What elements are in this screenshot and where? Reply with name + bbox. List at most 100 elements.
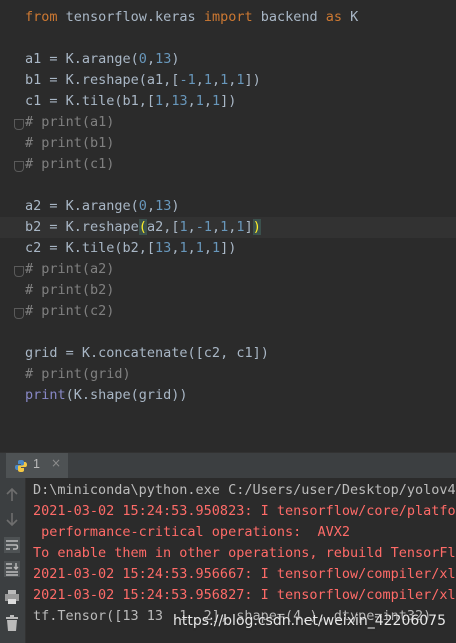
code-keyword: import [203,9,261,25]
scroll-to-end-icon[interactable] [3,560,21,578]
code-line[interactable]: # print(grid) [25,364,131,385]
console-stderr-line: performance-critical operations: AVX2 [33,524,350,540]
code-token: , [203,240,213,256]
code-editor[interactable]: from tensorflow.keras import backend as … [0,0,456,427]
fold-marker-icon[interactable] [14,308,24,319]
code-token: , [195,72,204,88]
code-line[interactable]: a1 = K.arange(0,13) [25,49,179,70]
code-token: print [25,387,66,403]
code-number: 0 [138,198,147,214]
code-line[interactable]: a2 = K.arange(0,13) [25,196,179,217]
code-token: , [187,93,196,109]
code-line[interactable]: b1 = K.reshape(a1,[-1,1,1,1]) [25,70,261,91]
code-line[interactable]: b2 = K.reshape(a2,[1,-1,1,1]) [25,217,261,238]
code-token: b1 = K.reshape(a1,[ [25,72,180,88]
code-token: a2,[ [146,219,180,235]
code-number: 13 [155,51,172,67]
code-line[interactable]: # print(a1) [25,112,114,133]
code-token: K [350,9,359,25]
code-token: backend [260,9,326,25]
code-line[interactable]: print(K.shape(grid)) [25,385,188,406]
code-comment: # print(b1) [25,135,115,151]
console-stderr-line: To enable them in other operations, rebu… [33,545,456,561]
code-token: ]) [220,240,237,256]
code-token: b2 = K.reshape [25,219,139,235]
code-token: ]) [244,72,261,88]
code-comment: # print(grid) [25,366,131,382]
code-token: a2 = K.arange( [25,198,139,214]
code-token: ) [171,198,180,214]
code-token: ] [244,219,253,235]
print-icon[interactable] [3,588,21,606]
code-token: tensorflow.keras [65,9,204,25]
run-tab-label: 1 [33,457,40,471]
code-number: 1 [236,72,245,88]
code-keyword: as [325,9,351,25]
down-arrow-icon[interactable] [3,510,21,528]
code-line[interactable]: # print(b2) [25,280,114,301]
code-token: (K.shape(grid)) [65,387,188,403]
fold-marker-icon[interactable] [14,161,24,172]
code-number: 1 [195,93,204,109]
up-arrow-icon[interactable] [3,486,21,504]
code-line[interactable]: # print(a2) [25,259,114,280]
code-number: 1 [179,219,188,235]
fold-marker-icon[interactable] [14,119,24,130]
code-comment: # print(b2) [25,282,115,298]
code-token: , [146,198,156,214]
code-token: , [187,240,196,256]
code-token: c2 = K.tile(b2,[ [25,240,156,256]
code-number: 1 [203,72,212,88]
code-token: ]) [220,93,237,109]
code-token: grid = K.concatenate([c2, c1]) [25,345,269,361]
code-number: 13 [155,198,172,214]
code-token: a1 = K.arange( [25,51,139,67]
code-number: 13 [155,240,172,256]
console-stderr-line: 2021-03-02 15:24:53.956827: I tensorflow… [33,587,456,603]
run-panel-header: 1 × [0,452,456,481]
code-line[interactable]: grid = K.concatenate([c2, c1]) [25,343,269,364]
watermark-url: https://blog.csdn.net/weixin_42206075 [172,613,446,629]
code-line[interactable]: from tensorflow.keras import backend as … [25,7,358,28]
code-number: 1 [212,93,221,109]
code-line[interactable]: c2 = K.tile(b2,[13,1,1,1]) [25,238,236,259]
trash-icon[interactable] [3,614,21,632]
console-stderr-line: 2021-03-02 15:24:53.956667: I tensorflow… [33,566,456,582]
code-comment: # print(a2) [25,261,115,277]
code-token: c1 = K.tile(b1,[ [25,93,156,109]
code-number: 1 [212,240,221,256]
code-line[interactable]: # print(c1) [25,154,114,175]
code-line[interactable]: # print(b1) [25,133,114,154]
soft-wrap-icon[interactable] [3,536,21,554]
code-keyword: from [25,9,66,25]
code-number: 0 [138,51,147,67]
code-comment: # print(a1) [25,114,115,130]
code-number: 1 [155,93,164,109]
code-token: ( [138,219,147,235]
code-number: 1 [236,219,245,235]
run-tab[interactable]: 1 × [6,453,68,481]
code-comment: # print(c1) [25,156,115,172]
code-token: , [187,219,196,235]
fold-marker-icon[interactable] [14,266,24,277]
code-number: -1 [179,72,196,88]
code-line[interactable]: # print(c2) [25,301,114,322]
code-token: ) [171,51,180,67]
code-token: , [211,72,221,88]
code-token: , [212,219,221,235]
code-token: ) [252,219,261,235]
code-number: 1 [195,240,204,256]
code-token: , [203,93,213,109]
console-stderr-line: 2021-03-02 15:24:53.950823: I tensorflow… [33,503,456,519]
code-token: , [146,51,156,67]
code-number: 1 [179,240,188,256]
code-line[interactable]: c1 = K.tile(b1,[1,13,1,1]) [25,91,236,112]
console-stdout-line: D:\miniconda\python.exe C:/Users/user/De… [33,482,456,498]
code-number: -1 [195,219,212,235]
code-number: 13 [171,93,188,109]
python-icon [15,460,27,472]
run-toolbar [0,478,26,643]
code-comment: # print(c2) [25,303,115,319]
editor-bottom-gap [0,427,456,452]
close-tab-icon[interactable]: × [51,456,61,470]
